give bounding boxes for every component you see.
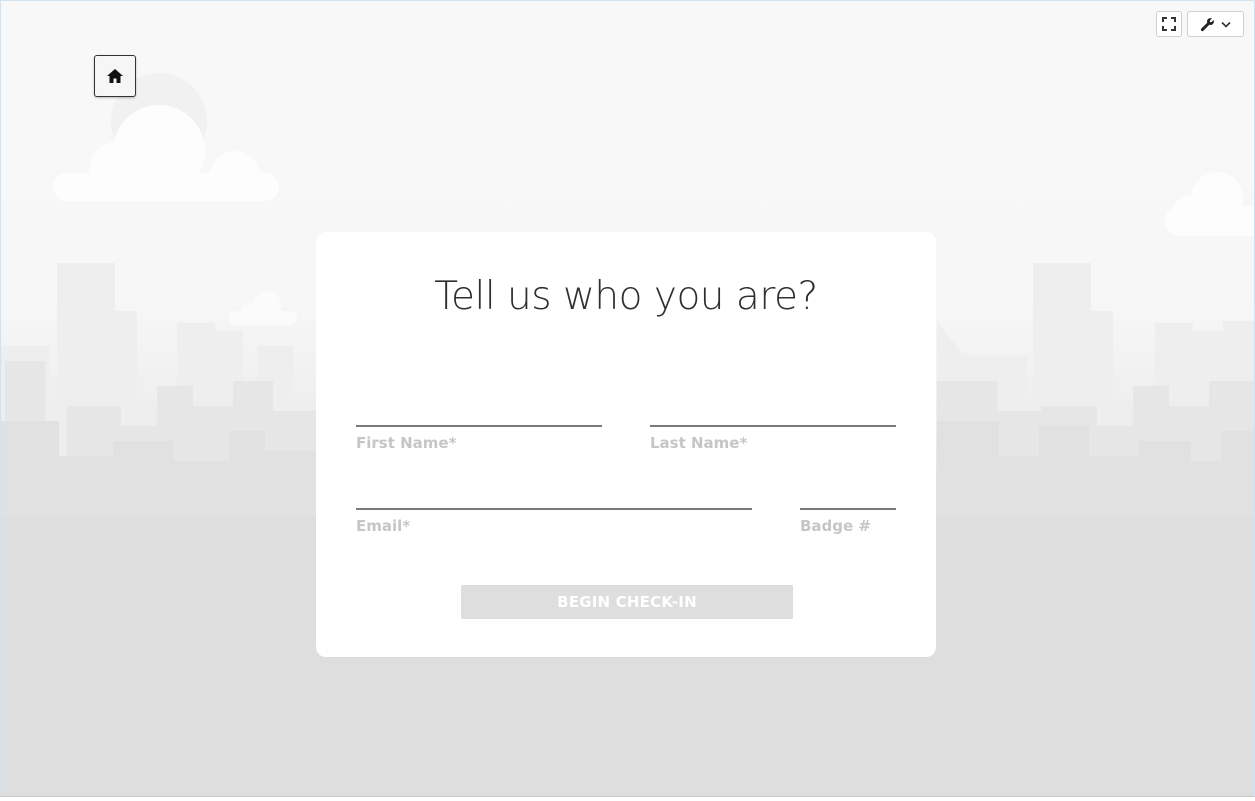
first-name-underline (356, 425, 602, 427)
fullscreen-icon (1162, 17, 1176, 31)
check-in-card: Tell us who you are? First Name* Last Na… (316, 232, 936, 657)
kiosk-screen: Tell us who you are? First Name* Last Na… (0, 0, 1255, 797)
email-input[interactable] (356, 478, 752, 506)
badge-underline (800, 508, 896, 510)
last-name-label: Last Name* (650, 434, 748, 452)
cloud-right (1165, 172, 1254, 236)
email-underline (356, 508, 752, 510)
chevron-down-icon (1221, 21, 1231, 28)
badge-input[interactable] (800, 478, 896, 506)
last-name-input[interactable] (650, 395, 896, 423)
home-button[interactable] (94, 55, 136, 97)
last-name-underline (650, 425, 896, 427)
fullscreen-button[interactable] (1156, 11, 1182, 37)
first-name-input[interactable] (356, 395, 602, 423)
email-label: Email* (356, 517, 411, 535)
cloud-left (53, 105, 279, 201)
first-name-label: First Name* (356, 434, 457, 452)
wrench-icon (1200, 17, 1215, 32)
form-title: Tell us who you are? (434, 274, 818, 319)
begin-check-in-button[interactable]: BEGIN CHECK-IN (461, 585, 793, 619)
home-icon (106, 68, 124, 84)
tools-menu-button[interactable] (1187, 11, 1244, 37)
badge-label: Badge # (800, 517, 871, 535)
